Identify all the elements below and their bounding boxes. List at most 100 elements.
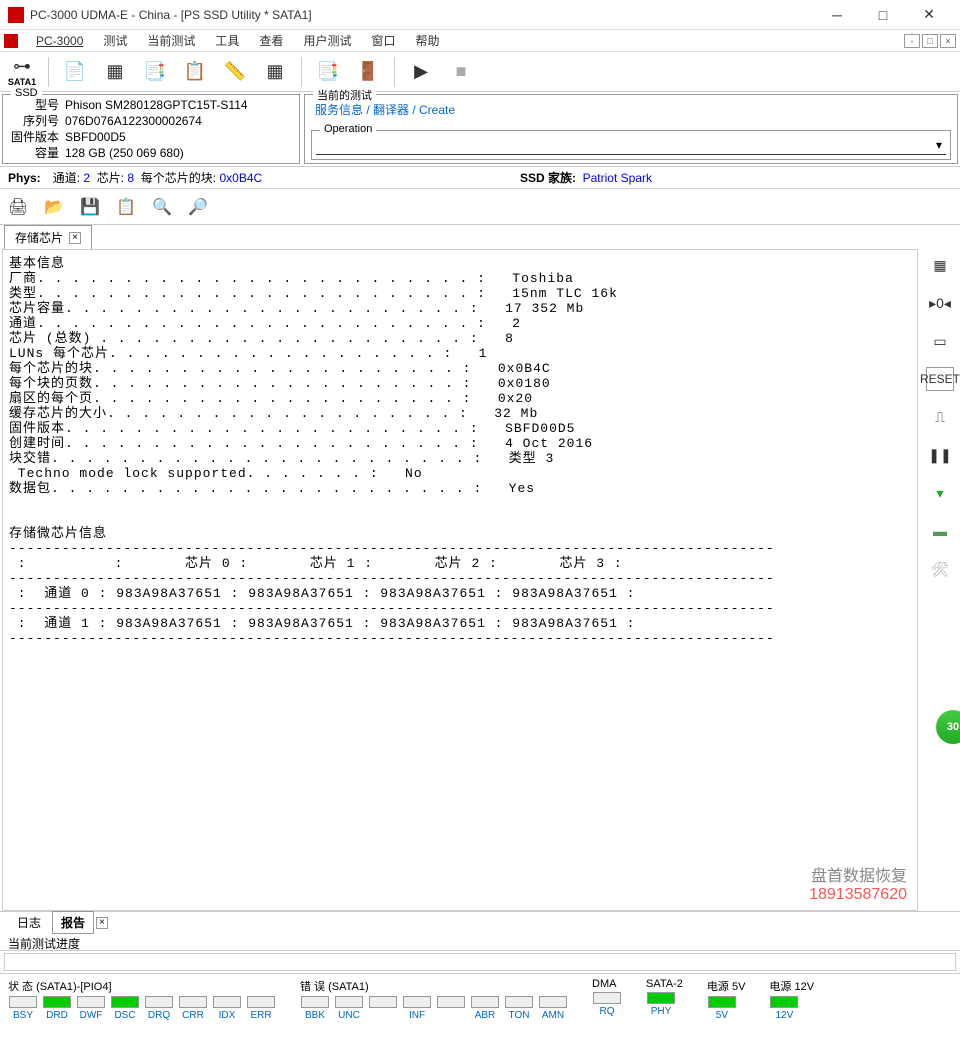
rt-down-icon[interactable]: ▾ — [926, 481, 954, 505]
app-icon-small — [4, 34, 18, 48]
connector-icon: ⊶ — [13, 56, 31, 77]
channel-value: 2 — [83, 171, 90, 185]
maximize-button[interactable]: □ — [860, 0, 906, 30]
rt-chip-icon[interactable]: ▦ — [926, 253, 954, 277]
document-icon: 📄 — [64, 61, 86, 82]
app-icon — [8, 7, 24, 23]
search-next-button[interactable]: 🔎 — [188, 197, 208, 217]
exit-icon: 🚪 — [357, 61, 379, 82]
menu-window[interactable]: 窗口 — [361, 30, 405, 51]
status-led: ABR — [470, 996, 500, 1021]
capacity-value: 128 GB (250 069 680) — [65, 145, 184, 161]
blocks-value: 0x0B4C — [219, 171, 262, 185]
content-area: 基本信息 厂商. . . . . . . . . . . . . . . . .… — [2, 249, 918, 911]
tool-btn-6[interactable]: ▦ — [257, 54, 293, 90]
tool-btn-8[interactable]: 🚪 — [350, 54, 386, 90]
mdi-minimize[interactable]: - — [904, 34, 920, 48]
save-button[interactable]: 💾 — [80, 197, 100, 217]
status-led: BSY — [8, 996, 38, 1021]
menu-help[interactable]: 帮助 — [405, 30, 449, 51]
menu-tools[interactable]: 工具 — [205, 30, 249, 51]
chip-value: 8 — [127, 171, 134, 185]
status-pwr12-group: 电源 12V 12V — [769, 978, 814, 1021]
tab-storage-chip[interactable]: 存储芯片 × — [4, 225, 92, 249]
model-value: Phison SM280128GPTC15T-S114 — [65, 97, 248, 113]
close-button[interactable]: ✕ — [906, 0, 952, 30]
open-button[interactable]: 📂 — [44, 197, 64, 217]
menu-test[interactable]: 测试 — [93, 30, 137, 51]
status-dma-group: DMA RQ — [592, 978, 622, 1017]
info-row: SSD 型号Phison SM280128GPTC15T-S114 序列号076… — [0, 92, 960, 167]
status-led — [436, 996, 466, 1021]
main-toolbar: ⊶ SATA1 📄 ▦ 📑 📋 📏 ▦ 📑 🚪 ▶ ■ — [0, 52, 960, 92]
firmware-value: SBFD00D5 — [65, 129, 126, 145]
status-state-group: 状 态 (SATA1)-[PIO4] BSYDRDDWFDSCDRQCRRIDX… — [8, 978, 276, 1021]
secondary-toolbar: 🖨 📂 💾 📋 🔍 🔎 — [0, 189, 960, 225]
operation-dropdown[interactable]: ▾ — [316, 135, 946, 155]
status-led: TON — [504, 996, 534, 1021]
reset-button[interactable]: RESET — [926, 367, 954, 391]
rt-module-icon[interactable]: ▭ — [926, 329, 954, 353]
tool-btn-7[interactable]: 📑 — [310, 54, 346, 90]
search-button[interactable]: 🔍 — [152, 197, 172, 217]
menu-current-test[interactable]: 当前测试 — [137, 30, 205, 51]
minimize-button[interactable]: ─ — [814, 0, 860, 30]
status-led: IDX — [212, 996, 242, 1021]
status-error-group: 错 误 (SATA1) BBKUNCINFABRTONAMN — [300, 978, 568, 1021]
tool-btn-4[interactable]: 📋 — [177, 54, 213, 90]
status-led: RQ — [592, 992, 622, 1017]
chip-icon: ▦ — [106, 61, 123, 82]
status-led: DRQ — [144, 996, 174, 1021]
grid-icon: ▦ — [266, 61, 283, 82]
pause-button[interactable]: ❚❚ — [926, 443, 954, 467]
tabs-row: 存储芯片 × — [0, 225, 960, 249]
serial-value: 076D076A122300002674 — [65, 113, 202, 129]
tab-log[interactable]: 日志 — [8, 911, 50, 934]
status-led: PHY — [646, 992, 676, 1017]
breadcrumb-links[interactable]: 服务信息 / 翻译器 / Create — [311, 97, 951, 122]
copy-icon: 📑 — [317, 61, 339, 82]
progress-label: 当前测试进度 — [0, 933, 960, 951]
menu-pc3000[interactable]: PC-3000 — [26, 32, 93, 50]
bottom-tab-close[interactable]: × — [96, 917, 108, 929]
status-sata2-group: SATA-2 PHY — [646, 978, 683, 1017]
stop-button[interactable]: ■ — [443, 54, 479, 90]
ssd-family-value: Patriot Spark — [583, 171, 652, 185]
test-panel: 当前的测试 服务信息 / 翻译器 / Create Operation ▾ — [304, 94, 958, 164]
tool-btn-2[interactable]: ▦ — [97, 54, 133, 90]
status-led: BBK — [300, 996, 330, 1021]
settings-button[interactable]: 🛠 — [926, 557, 954, 581]
rt-chip2-icon[interactable]: ▬ — [926, 519, 954, 543]
chip-info-text: 基本信息 厂商. . . . . . . . . . . . . . . . .… — [9, 256, 911, 646]
tool-btn-5[interactable]: 📏 — [217, 54, 253, 90]
status-led: CRR — [178, 996, 208, 1021]
chevron-down-icon: ▾ — [936, 138, 942, 152]
bottom-tabs: 日志 报告 × — [0, 911, 960, 933]
play-icon: ▶ — [414, 61, 428, 82]
ssd-panel: SSD 型号Phison SM280128GPTC15T-S114 序列号076… — [2, 94, 300, 164]
tool-btn-3[interactable]: 📑 — [137, 54, 173, 90]
status-led — [368, 996, 398, 1021]
mdi-close[interactable]: × — [940, 34, 956, 48]
sheet-icon: 📋 — [184, 61, 206, 82]
pages-icon: 📑 — [144, 61, 166, 82]
stop-icon: ■ — [456, 61, 467, 82]
mdi-restore[interactable]: □ — [922, 34, 938, 48]
rt-jumper-icon[interactable]: ⎍ — [926, 405, 954, 429]
status-led: 12V — [769, 996, 799, 1021]
sata-button[interactable]: ⊶ SATA1 — [4, 54, 40, 90]
status-led: ERR — [246, 996, 276, 1021]
copy-button[interactable]: 📋 — [116, 197, 136, 217]
print-button[interactable]: 🖨 — [8, 197, 28, 217]
tab-report[interactable]: 报告 — [52, 911, 94, 934]
menu-view[interactable]: 查看 — [249, 30, 293, 51]
menu-user-test[interactable]: 用户测试 — [293, 30, 361, 51]
progress-bar — [4, 953, 956, 971]
tab-close-button[interactable]: × — [69, 232, 81, 244]
status-led: 5V — [707, 996, 737, 1021]
status-led: AMN — [538, 996, 568, 1021]
status-led: INF — [402, 996, 432, 1021]
tool-btn-1[interactable]: 📄 — [57, 54, 93, 90]
play-button[interactable]: ▶ — [403, 54, 439, 90]
rt-power-icon[interactable]: ▸0◂ — [926, 291, 954, 315]
